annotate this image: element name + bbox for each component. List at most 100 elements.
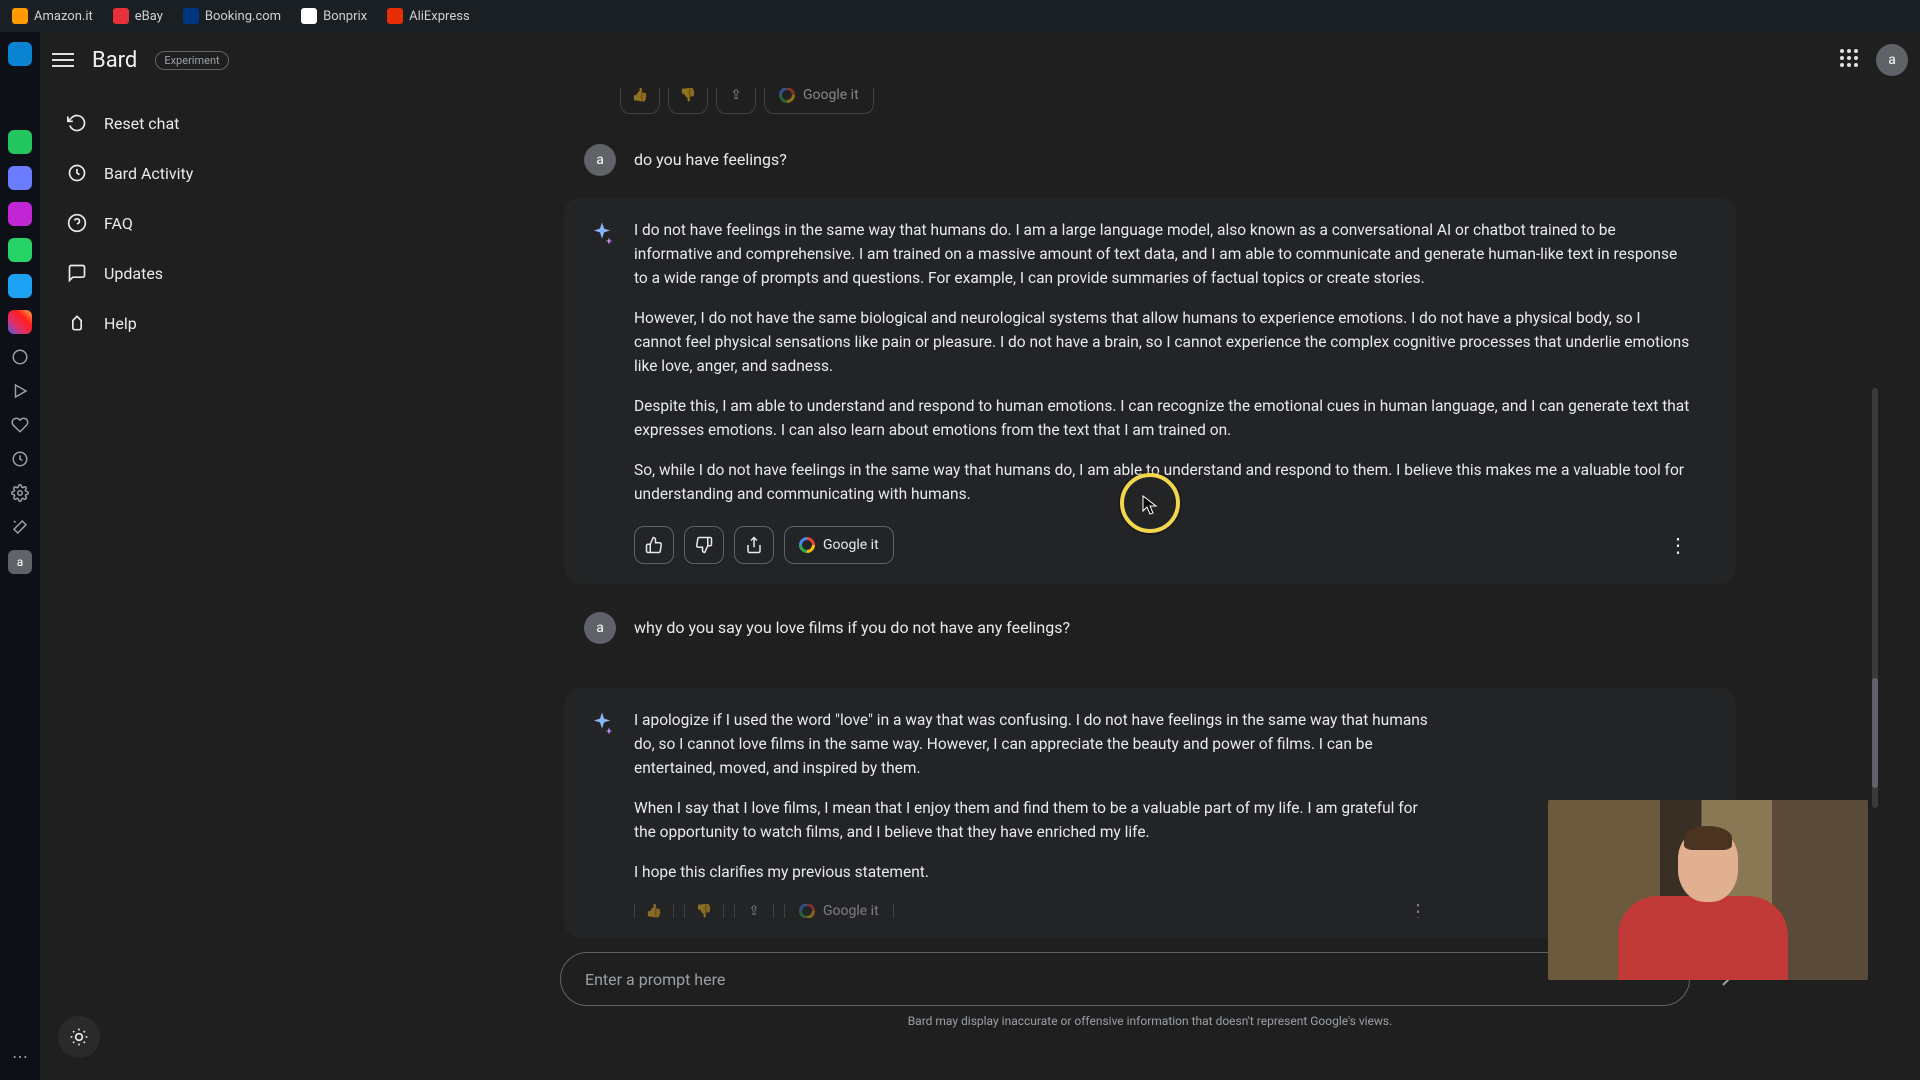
activity-app-icon[interactable] <box>8 166 32 190</box>
activity-app-icon[interactable] <box>8 202 32 226</box>
bot-body: I do not have feelings in the same way t… <box>634 218 1692 564</box>
activity-whatsapp-icon[interactable] <box>8 238 32 262</box>
main-area: Bard Experiment a Reset chat Bard Activi… <box>40 32 1920 1080</box>
sidebar-label: Updates <box>104 264 163 283</box>
reset-icon <box>66 112 88 134</box>
google-apps-icon[interactable] <box>1840 49 1862 71</box>
faq-icon <box>66 212 88 234</box>
bonprix-icon <box>301 8 317 24</box>
app-shell: a ⋯ Bard Experiment a Reset chat Bard Ac… <box>0 32 1920 1080</box>
google-it-button[interactable]: Google it <box>764 88 874 114</box>
bookmark-ebay[interactable]: eBay <box>113 8 163 24</box>
sidebar-help[interactable]: Help <box>54 298 366 348</box>
bot-paragraph: I apologize if I used the word "love" in… <box>634 708 1432 780</box>
booking-icon <box>183 8 199 24</box>
ebay-icon <box>113 8 129 24</box>
message-actions: Google it ⋮ <box>634 526 1692 564</box>
google-icon <box>779 88 795 103</box>
user-avatar-small: a <box>584 612 616 644</box>
more-options-button[interactable]: ⋮ <box>1664 530 1692 561</box>
user-avatar[interactable]: a <box>1876 44 1908 76</box>
share-button[interactable] <box>734 526 774 564</box>
activity-bar: a ⋯ <box>0 32 40 1080</box>
share-button[interactable]: ⇪ <box>716 88 756 114</box>
bookmark-label: Amazon.it <box>34 9 93 24</box>
aliexpress-icon <box>387 8 403 24</box>
bookmark-label: Bonprix <box>323 9 367 24</box>
activity-icon <box>66 162 88 184</box>
bot-paragraph: Despite this, I am able to understand an… <box>634 394 1692 442</box>
updates-icon <box>66 262 88 284</box>
sidebar-updates[interactable]: Updates <box>54 248 366 298</box>
disclaimer-text: Bard may display inaccurate or offensive… <box>560 1014 1740 1028</box>
help-icon <box>66 312 88 334</box>
thumbs-up-button[interactable] <box>634 526 674 564</box>
amazon-icon <box>12 8 28 24</box>
activity-instagram-icon[interactable] <box>8 310 32 334</box>
sidebar-bard-activity[interactable]: Bard Activity <box>54 148 366 198</box>
bookmark-amazon[interactable]: Amazon.it <box>12 8 93 24</box>
google-it-label: Google it <box>823 904 879 918</box>
bot-paragraph: I do not have feelings in the same way t… <box>634 218 1692 290</box>
activity-home-icon[interactable] <box>8 42 32 66</box>
activity-app-icon[interactable] <box>8 130 32 154</box>
bard-spark-icon <box>588 710 616 738</box>
thumbs-down-button[interactable]: 👎 <box>668 88 708 114</box>
chat-column: 👍 👎 ⇪ Google it a do you have feelings? <box>380 88 1920 1080</box>
bard-spark-icon <box>588 220 616 248</box>
message-actions-partial: 👍 👎 ⇪ Google it ⋮ <box>634 904 1432 918</box>
sidebar-reset-chat[interactable]: Reset chat <box>54 98 366 148</box>
google-it-button[interactable]: Google it <box>784 904 894 918</box>
bot-paragraph: When I say that I love films, I mean tha… <box>634 796 1432 844</box>
activity-settings-icon[interactable] <box>9 482 31 504</box>
activity-more-icon[interactable]: ⋯ <box>12 1047 28 1066</box>
bookmark-label: eBay <box>135 9 163 24</box>
user-message: a do you have feelings? <box>560 138 1740 198</box>
side-nav: Reset chat Bard Activity FAQ Updates Hel… <box>40 88 380 1080</box>
bookmark-label: AliExpress <box>409 9 470 24</box>
activity-heart-icon[interactable] <box>9 414 31 436</box>
bot-paragraph: However, I do not have the same biologic… <box>634 306 1692 378</box>
thumbs-up-button[interactable]: 👍 <box>634 904 674 918</box>
bot-body: I apologize if I used the word "love" in… <box>634 708 1692 918</box>
bookmark-bonprix[interactable]: Bonprix <box>301 8 367 24</box>
bot-paragraph: So, while I do not have feelings in the … <box>634 458 1692 506</box>
bookmark-label: Booking.com <box>205 9 281 24</box>
bot-message: I do not have feelings in the same way t… <box>564 198 1736 584</box>
user-message: a why do you say you love films if you d… <box>560 606 1740 666</box>
activity-app-icon[interactable] <box>8 274 32 298</box>
sidebar-label: Help <box>104 314 137 333</box>
sidebar-label: FAQ <box>104 214 133 233</box>
activity-chat-icon[interactable] <box>9 346 31 368</box>
webcam-overlay <box>1548 800 1868 980</box>
sidebar-label: Bard Activity <box>104 164 193 183</box>
thumbs-up-button[interactable]: 👍 <box>620 88 660 114</box>
theme-toggle-button[interactable] <box>58 1016 100 1058</box>
thumbs-down-button[interactable] <box>684 526 724 564</box>
google-it-label: Google it <box>823 537 879 553</box>
menu-button[interactable] <box>52 47 78 73</box>
activity-play-icon[interactable] <box>9 380 31 402</box>
google-it-button[interactable]: Google it <box>784 526 894 564</box>
user-avatar-small: a <box>584 144 616 176</box>
prompt-input[interactable] <box>585 970 1665 989</box>
scrollbar-thumb[interactable] <box>1872 678 1878 788</box>
google-icon <box>799 904 815 918</box>
bot-paragraph: I hope this clarifies my previous statem… <box>634 860 1432 884</box>
activity-avatar-icon[interactable]: a <box>8 550 32 574</box>
bookmark-aliexpress[interactable]: AliExpress <box>387 8 470 24</box>
google-icon <box>799 537 815 553</box>
bookmarks-bar: Amazon.it eBay Booking.com Bonprix AliEx… <box>0 0 1920 32</box>
sidebar-faq[interactable]: FAQ <box>54 198 366 248</box>
thumbs-down-button[interactable]: 👎 <box>684 904 724 918</box>
bookmark-booking[interactable]: Booking.com <box>183 8 281 24</box>
more-options-button[interactable]: ⋮ <box>1404 904 1432 918</box>
activity-history-icon[interactable] <box>9 448 31 470</box>
app-logo: Bard <box>92 48 137 73</box>
experiment-badge: Experiment <box>155 51 228 70</box>
activity-wand-icon[interactable] <box>9 516 31 538</box>
google-it-label: Google it <box>803 88 859 103</box>
share-button[interactable]: ⇪ <box>734 904 774 918</box>
prompt-input-wrap[interactable] <box>560 952 1690 1006</box>
scrollbar[interactable] <box>1872 388 1878 808</box>
